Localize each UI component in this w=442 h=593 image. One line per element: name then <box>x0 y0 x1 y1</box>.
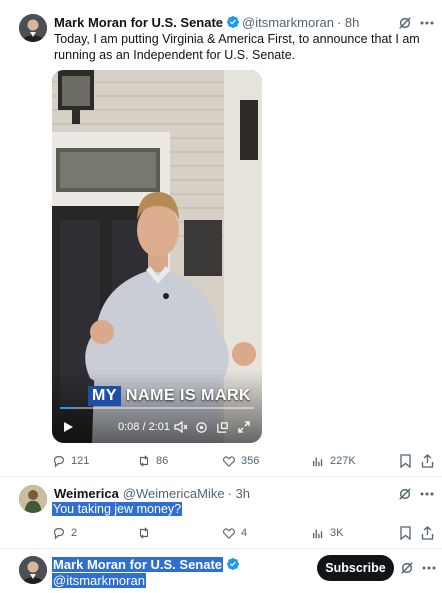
tweet-video[interactable]: MY NAME IS MARK 0:08 / 2:01 <box>52 70 262 443</box>
bookmark-button[interactable] <box>396 452 414 470</box>
profile-name[interactable]: Mark Moran for U.S. Senate <box>52 556 224 572</box>
repost-icon <box>139 455 149 467</box>
video-progress-track[interactable] <box>60 407 254 409</box>
caption-text: NAME IS MARK <box>126 387 252 404</box>
divider <box>0 476 442 477</box>
divider <box>0 548 442 549</box>
reply-like-action[interactable]: 4 <box>222 526 247 540</box>
reply-text: You taking jew money? <box>52 502 183 516</box>
repost-icon <box>139 527 149 539</box>
reply-icon <box>54 456 64 468</box>
reply-author-handle[interactable]: @WeimericaMike <box>123 486 225 501</box>
like-icon <box>222 528 236 540</box>
like-icon <box>222 456 236 468</box>
share-icon <box>421 526 433 540</box>
reply-share-button[interactable] <box>418 524 436 542</box>
share-button[interactable] <box>418 452 436 470</box>
more-icon <box>420 21 434 25</box>
reply-avatar[interactable] <box>19 485 47 513</box>
video-caption: MY NAME IS MARK <box>88 386 251 406</box>
settings-icon <box>196 421 207 433</box>
views-icon <box>312 457 323 467</box>
like-count: 356 <box>241 455 260 467</box>
tweet-header: Mark Moran for U.S. Senate @itsmarkmoran… <box>54 14 359 30</box>
author-handle[interactable]: @itsmarkmoran <box>242 15 334 30</box>
more-icon <box>422 566 436 570</box>
reply-bookmark-button[interactable] <box>396 524 414 542</box>
reply-views-count: 3K <box>330 527 344 539</box>
reply-time[interactable]: · 3h <box>228 486 250 501</box>
tweet-time[interactable]: · 8h <box>337 15 359 30</box>
profile-more-button[interactable] <box>420 559 438 577</box>
video-progress-fill <box>60 407 73 409</box>
reply-action[interactable]: 121 <box>52 454 89 468</box>
reply-icon <box>54 528 64 540</box>
verified-badge-icon <box>227 16 240 28</box>
grok-icon <box>399 17 411 29</box>
grok-button[interactable] <box>396 14 414 32</box>
reply-views-action[interactable]: 3K <box>311 526 343 540</box>
profile-grok-button[interactable] <box>398 559 416 577</box>
bookmark-icon <box>399 526 411 540</box>
more-button[interactable] <box>418 14 436 32</box>
views-count: 227K <box>330 455 356 467</box>
fullscreen-button[interactable] <box>238 420 252 434</box>
reply-reply-action[interactable]: 2 <box>52 526 77 540</box>
pip-icon <box>217 421 228 433</box>
reply-more-button[interactable] <box>418 485 436 503</box>
repost-count: 86 <box>156 455 169 467</box>
profile-handle[interactable]: @itsmarkmoran <box>52 573 146 588</box>
grok-icon <box>401 562 413 574</box>
reply-header: Weimerica @WeimericaMike · 3h <box>54 485 250 501</box>
volume-button[interactable] <box>174 420 188 434</box>
bookmark-icon <box>399 454 411 468</box>
views-icon <box>312 529 323 539</box>
profile-handle-row: @itsmarkmoran <box>52 572 146 588</box>
tweet-text: Today, I am putting Virginia & America F… <box>54 32 420 62</box>
reply-reply-count: 2 <box>71 527 78 539</box>
volume-icon <box>174 421 188 433</box>
play-icon <box>64 422 73 432</box>
author-avatar[interactable] <box>19 14 47 42</box>
subscribe-button[interactable]: Subscribe <box>317 555 394 581</box>
reply-repost-action[interactable] <box>137 526 156 540</box>
share-icon <box>421 454 433 468</box>
views-action[interactable]: 227K <box>311 454 356 468</box>
reply-author-name[interactable]: Weimerica <box>54 486 119 501</box>
like-action[interactable]: 356 <box>222 454 259 468</box>
caption-highlight: MY <box>88 386 121 406</box>
play-button[interactable] <box>62 420 76 434</box>
profile-name-row: Mark Moran for U.S. Senate <box>52 556 242 572</box>
reply-like-count: 4 <box>241 527 248 539</box>
fullscreen-icon <box>238 421 250 433</box>
reply-count: 121 <box>71 455 90 467</box>
verified-badge-icon <box>227 558 240 570</box>
repost-action[interactable]: 86 <box>137 454 168 468</box>
reply-text-row: You taking jew money? <box>52 501 183 517</box>
grok-icon <box>399 488 411 500</box>
settings-button[interactable] <box>195 420 209 434</box>
pip-button[interactable] <box>216 420 230 434</box>
more-icon <box>420 492 434 496</box>
profile-avatar[interactable] <box>19 556 47 584</box>
author-name[interactable]: Mark Moran for U.S. Senate <box>54 15 223 30</box>
reply-grok-button[interactable] <box>396 485 414 503</box>
video-time: 0:08 / 2:01 <box>118 421 170 433</box>
